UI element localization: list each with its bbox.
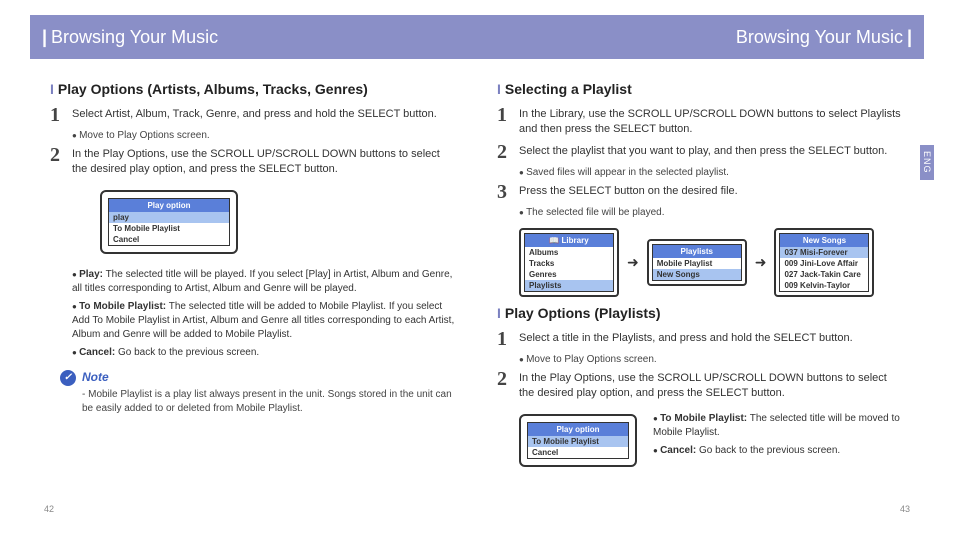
right-page: ISelecting a Playlist 1 In the Library, … <box>477 59 924 475</box>
left-page: IPlay Options (Artists, Albums, Tracks, … <box>30 59 477 475</box>
bullet-cancel-2: Cancel: Go back to the previous screen. <box>653 444 904 458</box>
step-2-sub: Saved files will appear in the selected … <box>519 166 904 180</box>
section-title-play-options-playlists: IPlay Options (Playlists) <box>497 305 904 321</box>
header-title-right: Browsing Your Music| <box>736 27 912 48</box>
page-number-left: 42 <box>44 504 54 514</box>
step-3-sub: The selected file will be played. <box>519 206 904 220</box>
device-mockup-play-option: Play option play To Mobile Playlist Canc… <box>100 190 238 254</box>
screen-row-to-mobile: To Mobile Playlist <box>109 223 229 234</box>
screen-row: 009 Jini-Love Affair <box>780 258 868 269</box>
page-number-right: 43 <box>900 504 910 514</box>
step-number: 3 <box>497 182 519 202</box>
bullet-play: Play: The selected title will be played.… <box>72 268 457 296</box>
note-row: ✓ Note <box>60 370 457 386</box>
bullet-to-mobile: To Mobile Playlist: The selected title w… <box>72 300 457 342</box>
header-title-right-text: Browsing Your Music <box>736 27 903 47</box>
step-2: 2 Select the playlist that you want to p… <box>497 142 904 162</box>
screen-row-selected: To Mobile Playlist <box>528 436 628 447</box>
device-mockup-play-option-2: Play option To Mobile Playlist Cancel <box>519 414 637 467</box>
screen-row: Albums <box>525 247 613 258</box>
header-bar: |Browsing Your Music Browsing Your Music… <box>30 15 924 59</box>
step-number: 1 <box>497 329 519 349</box>
screen-row-selected: New Songs <box>653 269 741 280</box>
section-title-selecting-playlist: ISelecting a Playlist <box>497 81 904 97</box>
arrow-icon: ➜ <box>627 254 639 271</box>
bullet-list-2: To Mobile Playlist: The selected title w… <box>653 412 904 462</box>
step-number: 2 <box>497 369 519 389</box>
step-number: 2 <box>50 145 72 165</box>
screen-row: 009 Kelvin-Taylor <box>780 280 868 291</box>
header-title-left-text: Browsing Your Music <box>51 27 218 47</box>
step-text: Select a title in the Playlists, and pre… <box>519 329 853 346</box>
screen-title-newsongs: New Songs <box>780 234 868 247</box>
bullet-to-mobile-2: To Mobile Playlist: The selected title w… <box>653 412 904 440</box>
step-sub: Move to Play Options screen. <box>519 353 904 367</box>
section-title-text: Selecting a Playlist <box>505 81 632 97</box>
screen: Play option play To Mobile Playlist Canc… <box>108 198 230 246</box>
screens-row: 📖 Library Albums Tracks Genres Playlists… <box>519 228 904 297</box>
step-1: 1 In the Library, use the SCROLL UP/SCRO… <box>497 105 904 138</box>
header-title-left: |Browsing Your Music <box>42 27 218 48</box>
page-content: IPlay Options (Artists, Albums, Tracks, … <box>0 59 954 475</box>
bullet-list: Play: The selected title will be played.… <box>72 268 457 360</box>
screen-row: Mobile Playlist <box>653 258 741 269</box>
screen-row-cancel: Cancel <box>109 234 229 245</box>
section-title-text: Play Options (Artists, Albums, Tracks, G… <box>58 81 368 97</box>
screen-row: Genres <box>525 269 613 280</box>
screen-title-playlists: Playlists <box>653 245 741 258</box>
mini-device-library: 📖 Library Albums Tracks Genres Playlists <box>519 228 619 297</box>
note-text: - Mobile Playlist is a play list always … <box>82 388 457 416</box>
step-3-text: Press the SELECT button on the desired f… <box>519 182 738 199</box>
step-2-text: In the Play Options, use the SCROLL UP/S… <box>72 145 457 178</box>
screen-row: 027 Jack-Takin Care <box>780 269 868 280</box>
note-label: Note <box>82 370 109 384</box>
screen-row: Tracks <box>525 258 613 269</box>
step-2-text: Select the playlist that you want to pla… <box>519 142 887 159</box>
play-option-row: Play option To Mobile Playlist Cancel To… <box>497 406 904 475</box>
step-2b: 2 In the Play Options, use the SCROLL UP… <box>497 369 904 402</box>
screen-title: Play option <box>109 199 229 212</box>
screen-row-play: play <box>109 212 229 223</box>
step-number: 2 <box>497 142 519 162</box>
mini-device-playlists: Playlists Mobile Playlist New Songs <box>647 239 747 286</box>
section-title-play-options: IPlay Options (Artists, Albums, Tracks, … <box>50 81 457 97</box>
screen-row: Cancel <box>528 447 628 458</box>
section-title-text: Play Options (Playlists) <box>505 305 661 321</box>
step-2: 2 In the Play Options, use the SCROLL UP… <box>50 145 457 178</box>
step-number: 1 <box>50 105 72 125</box>
mini-device-newsongs: New Songs 037 Misi-Forever 009 Jini-Love… <box>774 228 874 297</box>
screen-title-library: 📖 Library <box>525 234 613 247</box>
screen-row-selected: 037 Misi-Forever <box>780 247 868 258</box>
arrow-icon: ➜ <box>755 254 767 271</box>
step-1-text: Select Artist, Album, Track, Genre, and … <box>72 105 437 122</box>
step-1: 1 Select Artist, Album, Track, Genre, an… <box>50 105 457 125</box>
step-1-text: In the Library, use the SCROLL UP/SCROLL… <box>519 105 904 138</box>
screen-title: Play option <box>528 423 628 436</box>
note-icon: ✓ <box>60 370 76 386</box>
step-text: In the Play Options, use the SCROLL UP/S… <box>519 369 904 402</box>
language-tab: ENG <box>920 145 934 180</box>
bullet-cancel: Cancel: Go back to the previous screen. <box>72 346 457 360</box>
step-1b: 1 Select a title in the Playlists, and p… <box>497 329 904 349</box>
step-3: 3 Press the SELECT button on the desired… <box>497 182 904 202</box>
screen-row-selected: Playlists <box>525 280 613 291</box>
step-1-sub: Move to Play Options screen. <box>72 129 457 143</box>
step-number: 1 <box>497 105 519 125</box>
